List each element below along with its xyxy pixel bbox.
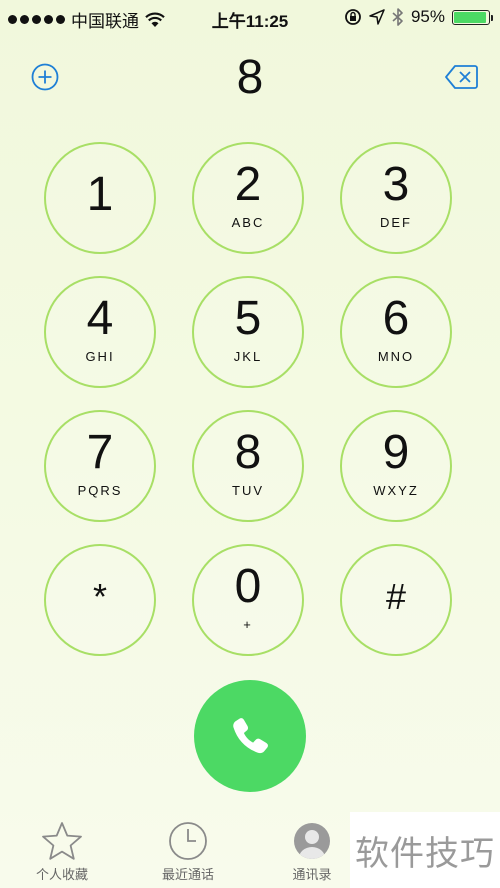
- key-digit: 5: [234, 292, 262, 345]
- key-8[interactable]: 8 TUV: [192, 410, 304, 522]
- key-letters: WXYZ: [373, 483, 419, 498]
- key-digit: 4: [86, 292, 114, 345]
- status-right: 95%: [344, 7, 493, 27]
- key-letters: DEF: [380, 215, 412, 230]
- location-icon: [369, 9, 385, 25]
- rotation-lock-icon: [345, 9, 361, 25]
- key-digit: 1: [86, 168, 114, 221]
- key-digit: 0: [234, 560, 262, 613]
- key-7[interactable]: 7 PQRS: [44, 410, 156, 522]
- status-bar: 中国联通 上午11:25 95%: [0, 0, 500, 34]
- key-digit: 2: [234, 158, 262, 211]
- phone-icon: [233, 718, 268, 754]
- key-digit: *: [92, 576, 107, 617]
- key-pound[interactable]: #: [340, 544, 452, 656]
- key-6[interactable]: 6 MNO: [340, 276, 452, 388]
- key-2[interactable]: 2 ABC: [192, 142, 304, 254]
- key-letters: TUV: [232, 483, 264, 498]
- contacts-icon: [294, 823, 330, 859]
- key-digit: 8: [234, 426, 262, 479]
- battery-fill: [454, 11, 487, 23]
- battery-icon: [452, 9, 493, 25]
- key-letters: +: [243, 617, 253, 632]
- tab-favorites[interactable]: 个人收藏: [2, 812, 122, 883]
- add-contact-icon[interactable]: [31, 63, 59, 91]
- call-button[interactable]: [194, 680, 306, 792]
- key-3[interactable]: 3 DEF: [340, 142, 452, 254]
- key-digit: 9: [382, 426, 410, 479]
- key-letters: JKL: [233, 349, 263, 364]
- tab-label: 个人收藏: [35, 867, 88, 882]
- key-letters: MNO: [377, 349, 415, 364]
- dialed-number: 8: [236, 51, 264, 104]
- key-star[interactable]: *: [44, 544, 156, 656]
- key-5[interactable]: 5 JKL: [192, 276, 304, 388]
- clock-icon: [169, 822, 207, 860]
- key-digit: 6: [382, 292, 410, 345]
- key-letters: GHI: [85, 349, 115, 364]
- watermark: 软件技巧: [350, 812, 500, 888]
- key-1[interactable]: 1: [44, 142, 156, 254]
- key-9[interactable]: 9 WXYZ: [340, 410, 452, 522]
- key-digit: 7: [86, 426, 114, 479]
- key-4[interactable]: 4 GHI: [44, 276, 156, 388]
- key-digit: #: [385, 576, 407, 617]
- delete-icon[interactable]: [444, 64, 478, 90]
- battery-percent: 95%: [410, 7, 445, 26]
- star-icon: [42, 822, 82, 860]
- key-0[interactable]: 0 +: [192, 544, 304, 656]
- key-letters: ABC: [231, 215, 265, 230]
- key-letters: PQRS: [77, 483, 123, 498]
- tab-recents[interactable]: 最近通话: [128, 812, 248, 883]
- bluetooth-icon: [392, 8, 403, 26]
- key-digit: 3: [382, 158, 410, 211]
- tab-label: 最近通话: [161, 867, 214, 882]
